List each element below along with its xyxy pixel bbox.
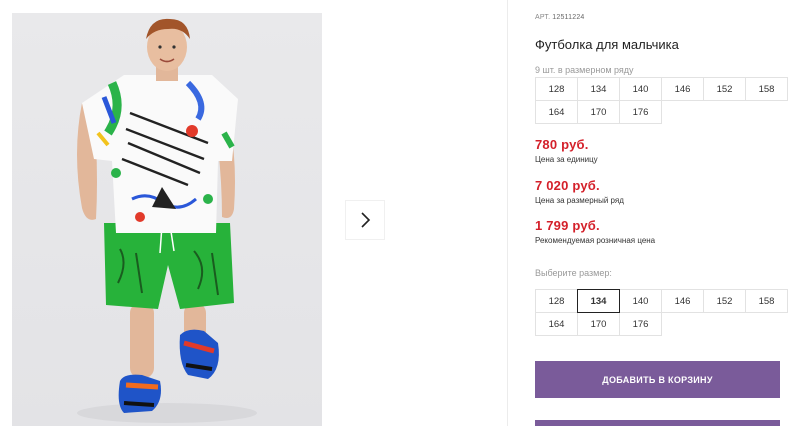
boy-illustration	[77, 18, 257, 423]
size-row-price-note: Цена за размерный ряд	[535, 196, 624, 205]
size-option[interactable]: 140	[619, 289, 662, 313]
unit-price: 780 руб.	[535, 137, 589, 152]
size-row-cell: 140	[619, 77, 662, 101]
size-row-cell: 134	[577, 77, 620, 101]
add-to-cart-button[interactable]: ДОБАВИТЬ В КОРЗИНУ	[535, 361, 780, 398]
size-option[interactable]: 146	[661, 289, 704, 313]
sku-label: АРТ.	[535, 14, 551, 21]
secondary-button[interactable]	[535, 420, 780, 426]
size-option-selected[interactable]: 134	[577, 289, 620, 313]
size-row-label: 9 шт. в размерном ряду	[535, 65, 634, 75]
product-page: АРТ. 12511224 Футболка для мальчика 9 шт.…	[0, 0, 800, 426]
size-row-cell: 170	[577, 100, 620, 124]
chevron-right-icon	[361, 212, 371, 228]
size-option[interactable]: 170	[577, 312, 620, 336]
sku-value: 12511224	[552, 14, 585, 21]
size-option[interactable]: 176	[619, 312, 662, 336]
product-title: Футболка для мальчика	[535, 37, 679, 52]
retail-price-note: Рекомендуемая розничная цена	[535, 236, 656, 245]
size-row-cell: 128	[535, 77, 578, 101]
next-image-button[interactable]	[346, 201, 384, 239]
unit-price-note: Цена за единицу	[535, 155, 598, 164]
size-option[interactable]: 164	[535, 312, 578, 336]
size-option[interactable]: 128	[535, 289, 578, 313]
product-info: АРТ. 12511224 Футболка для мальчика 9 шт.…	[535, 0, 800, 426]
sku: АРТ. 12511224	[535, 14, 585, 21]
size-row-cell: 176	[619, 100, 662, 124]
size-row-price: 7 020 руб.	[535, 178, 600, 193]
size-option[interactable]: 158	[745, 289, 788, 313]
choose-size-label: Выберите размер:	[535, 268, 612, 278]
size-row-cell: 152	[703, 77, 746, 101]
retail-price: 1 799 руб.	[535, 218, 600, 233]
product-photo[interactable]	[12, 13, 322, 426]
size-option[interactable]: 152	[703, 289, 746, 313]
size-picker: 128 134 140 146 152 158 164 170 176	[535, 289, 788, 336]
size-row-cell: 164	[535, 100, 578, 124]
size-row-cell: 146	[661, 77, 704, 101]
size-row-cell: 158	[745, 77, 788, 101]
size-row-grid: 128 134 140 146 152 158 164 170 176	[535, 77, 788, 124]
product-gallery	[0, 0, 508, 426]
